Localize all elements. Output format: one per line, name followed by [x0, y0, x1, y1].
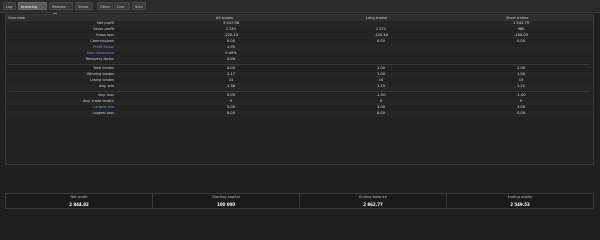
- table-row: Avg. loss 0.00 -1.00 -1.00: [98, 93, 526, 97]
- table-row: Avg. win 1.38 1.15 1.21: [6, 84, 593, 90]
- table-row: Net profit 3 547.96 1 543.79: [6, 21, 593, 27]
- table-row: Largest loss 0.00 0.00 0.00: [6, 111, 593, 117]
- tab-other[interactable]: Other: [97, 2, 113, 10]
- summary-ending-balance: Ending balance 2 862.77: [300, 194, 447, 208]
- stats-table: Overview All trades Long trades Short tr…: [5, 14, 594, 165]
- summary-net-profit: Net profit 2 844.82: [6, 194, 153, 208]
- tab-invoicing[interactable]: Invoicing: [18, 2, 47, 10]
- divider: [9, 64, 590, 65]
- summary-ending-equity: Ending equity 2 549.53: [507, 195, 533, 207]
- tab-restore[interactable]: Restore: [49, 2, 73, 17]
- table-row: Largest win 5.00 3.00 3.00: [93, 105, 525, 109]
- table-row: Winning trades 2.17 1.00 1.00: [6, 72, 593, 78]
- summary-starting-capital: Starting capital 100 000: [153, 194, 300, 208]
- divider: [9, 91, 590, 92]
- table-row: Max drawdown 0.00%: [86, 51, 237, 55]
- table-row: Profit factor 1.95: [6, 45, 593, 51]
- table-row: Recovery factor 0.00: [6, 57, 593, 63]
- tab-live[interactable]: Live: [114, 2, 130, 10]
- table-row: Commissions 0.00 0.00 0.00: [90, 39, 525, 43]
- tab-share[interactable]: Share: [75, 2, 93, 10]
- tab-log[interactable]: Log: [3, 2, 16, 10]
- table-row: Losing trades 14 10 15: [89, 78, 524, 82]
- tab-sum[interactable]: Sum: [132, 2, 146, 10]
- table-row: Total trades 4.00 1.00 2.00: [93, 66, 525, 70]
- tab-bar: Log Invoicing Restore Share Other Live S…: [0, 0, 600, 17]
- summary-footer: Net profit 2 844.82 Starting capital 100…: [5, 193, 594, 209]
- table-row: Gross loss -220.13 -120.10 -100.03: [6, 33, 593, 39]
- table-row: Gross profit 2 251 1 271 980: [93, 27, 525, 31]
- table-row: Avg. trade length 0 0 0: [6, 99, 593, 105]
